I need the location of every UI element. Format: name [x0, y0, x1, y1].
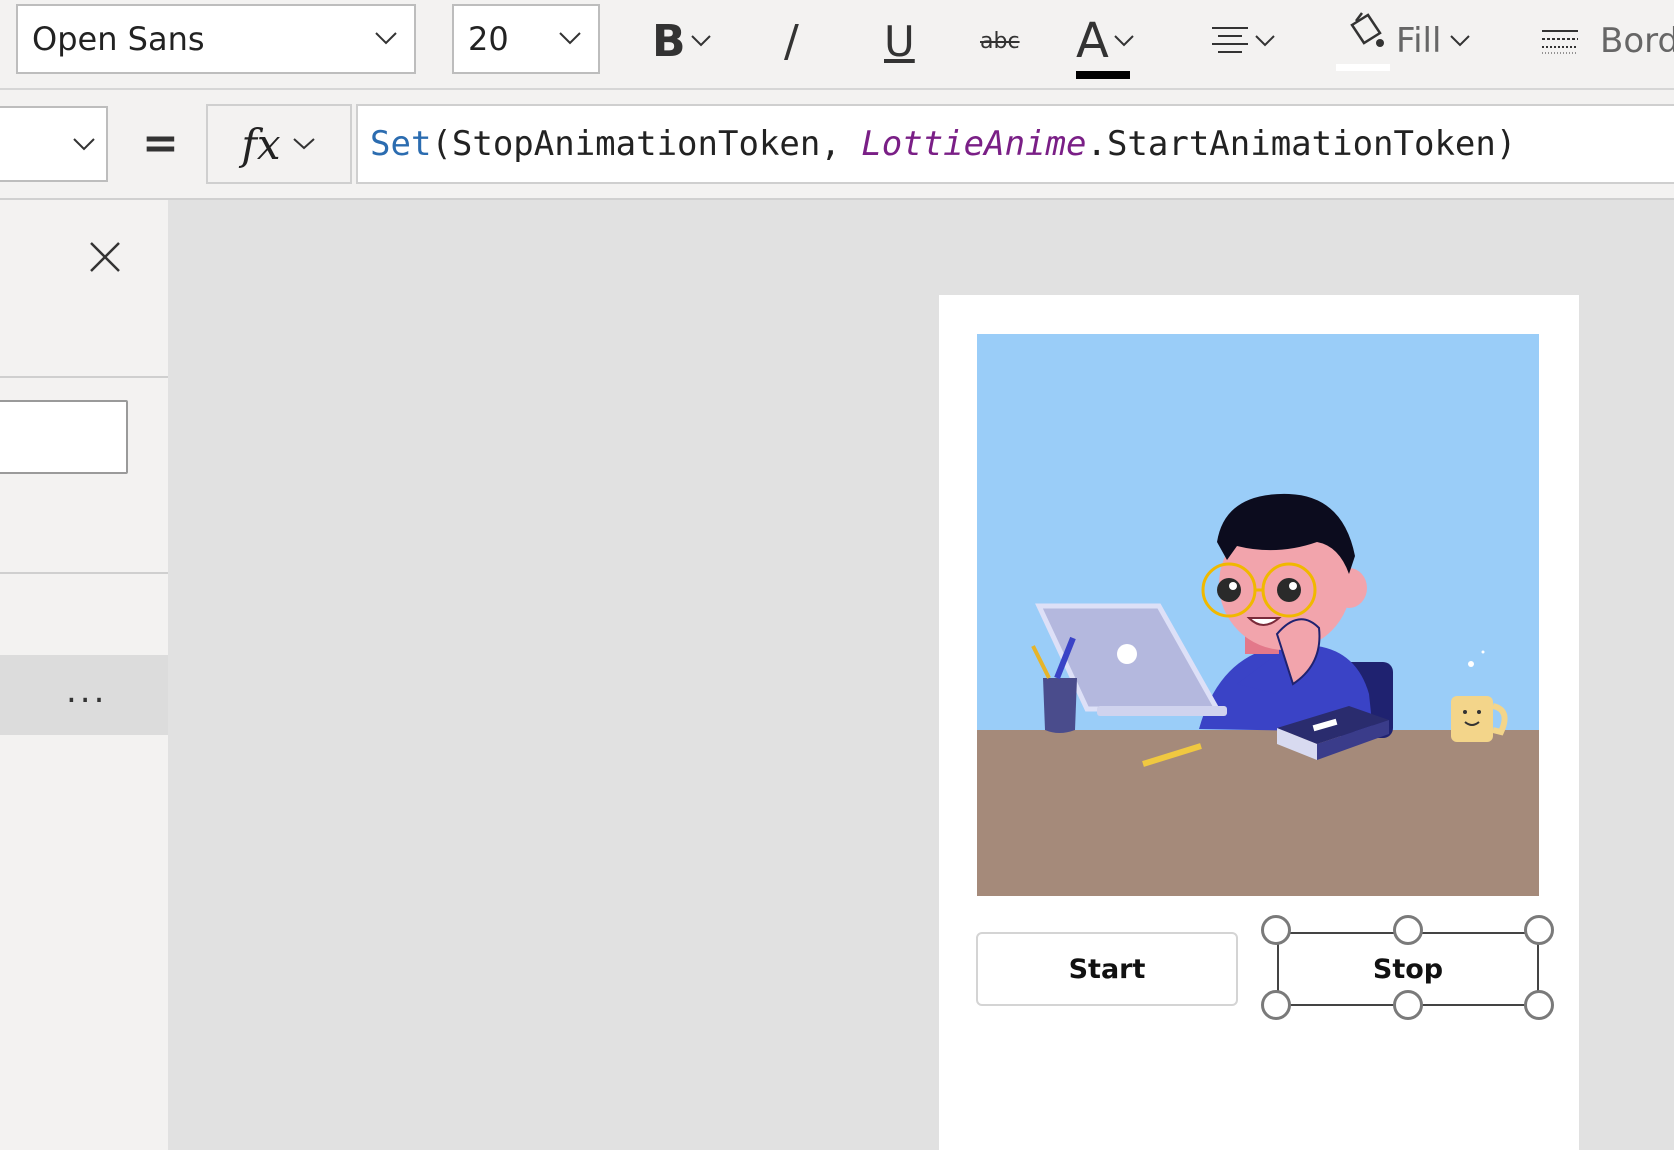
font-size-value: 20 [468, 20, 509, 58]
italic-button[interactable]: / [784, 6, 799, 76]
formula-control-ref: LottieAnime [861, 124, 1087, 164]
lottie-animation[interactable] [977, 334, 1539, 896]
formula-property: .StartAnimationToken) [1086, 124, 1517, 164]
equals-sign: = [142, 118, 179, 169]
resize-handle-top-left[interactable] [1261, 915, 1291, 945]
left-panel: ... [0, 200, 168, 1150]
formula-bar: = fx Set (StopAnimationToken, LottieAnime… [0, 90, 1674, 200]
border-label: Bord [1600, 21, 1674, 61]
formula-args: (StopAnimationToken, [431, 124, 862, 164]
border-button[interactable]: Bord [1540, 6, 1674, 76]
strikethrough-button[interactable]: abc [980, 6, 1020, 76]
more-icon[interactable]: ... [66, 671, 107, 711]
start-button[interactable]: Start [976, 932, 1238, 1006]
resize-handle-bottom-left[interactable] [1261, 990, 1291, 1020]
close-icon[interactable] [88, 240, 122, 274]
underline-button[interactable]: U [884, 6, 915, 76]
font-color-button[interactable]: A [1076, 6, 1135, 79]
chevron-down-icon [1114, 35, 1134, 47]
formula-function: Set [370, 124, 432, 164]
chevron-down-icon [375, 32, 397, 45]
chevron-down-icon [690, 35, 711, 47]
font-family-dropdown[interactable]: Open Sans [16, 4, 416, 74]
ribbon-toolbar: Open Sans 20 B / U abc A Fill Bord [0, 0, 1674, 90]
fx-icon: fx [241, 119, 281, 169]
resize-handle-top[interactable] [1393, 915, 1423, 945]
underline-icon: U [884, 16, 915, 66]
bold-icon: B [652, 15, 686, 67]
fill-label: Fill [1396, 21, 1442, 61]
resize-handle-bottom-right[interactable] [1524, 990, 1554, 1020]
chevron-down-icon [292, 138, 315, 150]
align-icon [1212, 27, 1248, 53]
desk-surface [977, 730, 1539, 896]
chevron-down-icon [1255, 35, 1275, 47]
mug [1451, 696, 1493, 742]
fill-button[interactable]: Fill [1336, 6, 1471, 76]
font-color-swatch [1076, 71, 1130, 79]
align-button[interactable] [1210, 6, 1276, 76]
bold-button[interactable]: B [652, 6, 712, 76]
resize-handle-top-right[interactable] [1524, 915, 1554, 945]
resize-handle-bottom[interactable] [1393, 990, 1423, 1020]
font-color-label: A [1076, 13, 1109, 69]
border-icon [1542, 30, 1578, 54]
divider [0, 572, 168, 574]
pencil-cup [1043, 678, 1077, 733]
strikethrough-icon: abc [980, 28, 1020, 54]
formula-input[interactable]: Set (StopAnimationToken, LottieAnime .Star… [356, 104, 1674, 184]
property-dropdown[interactable] [0, 106, 108, 182]
search-input[interactable] [0, 400, 128, 474]
font-color-icon: A [1076, 13, 1130, 79]
divider [0, 376, 168, 378]
font-size-dropdown[interactable]: 20 [452, 4, 600, 74]
chevron-down-icon [1450, 35, 1471, 47]
chevron-down-icon [73, 138, 95, 151]
fx-button[interactable]: fx [206, 104, 352, 184]
italic-icon: / [784, 15, 799, 67]
font-family-value: Open Sans [32, 20, 205, 58]
fill-bucket-icon [1336, 11, 1390, 71]
chevron-down-icon [559, 32, 581, 45]
tree-item-selected[interactable]: ... [0, 655, 168, 735]
